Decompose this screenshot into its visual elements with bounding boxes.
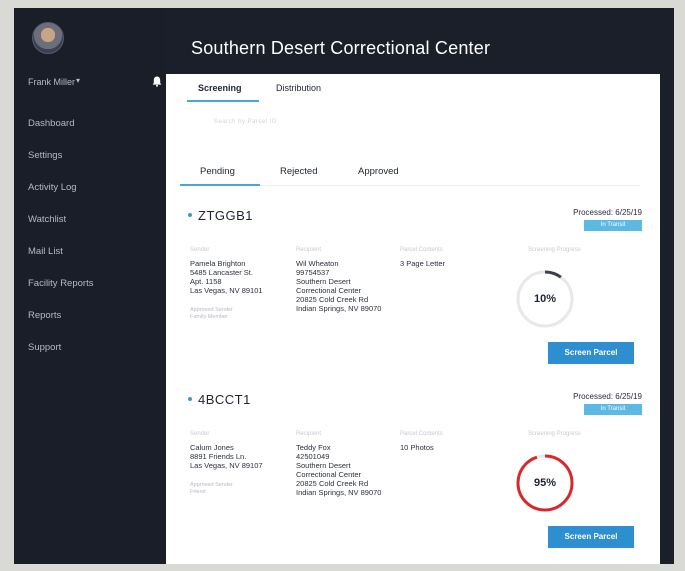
parcel-id: ZTGGB1 <box>198 208 254 223</box>
progress-value: 10% <box>533 293 557 305</box>
active-tab-indicator <box>180 184 260 186</box>
recipient-block: Recipient Wil Wheaton 99754537 Southern … <box>296 247 382 313</box>
sidebar-item-settings[interactable]: Settings <box>28 150 93 182</box>
sidebar-item-activity-log[interactable]: Activity Log <box>28 182 93 214</box>
search-input[interactable]: Search by Parcel ID <box>214 119 277 125</box>
chevron-down-icon[interactable]: ▾ <box>76 76 80 85</box>
sender-block: Sender Pamela Brighton 5485 Lancaster St… <box>190 247 263 320</box>
tab-rejected[interactable]: Rejected <box>280 166 318 177</box>
processed-date: Processed: 6/25/19 <box>573 392 642 401</box>
tab-distribution[interactable]: Distribution <box>276 83 321 93</box>
sidebar-item-support[interactable]: Support <box>28 342 93 374</box>
progress-label: Screening Progress <box>528 431 581 437</box>
sidebar-item-mail-list[interactable]: Mail List <box>28 246 93 278</box>
tab-approved[interactable]: Approved <box>358 166 399 177</box>
sidebar-nav: Dashboard Settings Activity Log Watchlis… <box>28 118 93 374</box>
sidebar: Frank Miller ▾ Dashboard Settings Activi… <box>14 8 166 564</box>
sender-block: Sender Calum Jones 8891 Friends Ln. Las … <box>190 431 263 495</box>
page-title: Southern Desert Correctional Center <box>191 38 491 58</box>
processed-date: Processed: 6/25/19 <box>573 208 642 217</box>
screen-parcel-button[interactable]: Screen Parcel <box>548 526 634 548</box>
status-badge: In Transit <box>584 220 642 231</box>
sidebar-item-facility-reports[interactable]: Facility Reports <box>28 278 93 310</box>
recipient-block: Recipient Teddy Fox 42501049 Southern De… <box>296 431 382 497</box>
parcel-id: 4BCCT1 <box>198 392 251 407</box>
progress-ring: 10% <box>512 266 578 332</box>
progress-ring: 95% <box>512 450 578 516</box>
sidebar-item-watchlist[interactable]: Watchlist <box>28 214 93 246</box>
active-tab-indicator <box>187 100 259 102</box>
avatar[interactable] <box>32 22 64 54</box>
contents-block: Parcel Contents 3 Page Letter <box>400 247 446 268</box>
parcel-card: ZTGGB1 Processed: 6/25/19 In Transit Sen… <box>166 208 660 378</box>
content-panel: Screening Distribution Search by Parcel … <box>166 74 660 564</box>
contents-block: Parcel Contents 10 Photos <box>400 431 443 452</box>
tab-screening[interactable]: Screening <box>198 83 242 93</box>
progress-value: 95% <box>533 477 557 489</box>
tab-pending[interactable]: Pending <box>200 166 235 177</box>
status-badge: In Transit <box>584 404 642 415</box>
status-tabs: Pending Rejected Approved <box>166 154 660 186</box>
sidebar-item-reports[interactable]: Reports <box>28 310 93 342</box>
parcel-card: 4BCCT1 Processed: 6/25/19 In Transit Sen… <box>166 392 660 562</box>
primary-tabs: Screening Distribution <box>166 74 660 104</box>
bell-icon[interactable] <box>152 76 162 87</box>
sidebar-item-dashboard[interactable]: Dashboard <box>28 118 93 150</box>
user-menu[interactable]: Frank Miller ▾ <box>28 76 162 90</box>
user-name[interactable]: Frank Miller <box>28 77 75 87</box>
screen-parcel-button[interactable]: Screen Parcel <box>548 342 634 364</box>
progress-label: Screening Progress <box>528 247 581 253</box>
